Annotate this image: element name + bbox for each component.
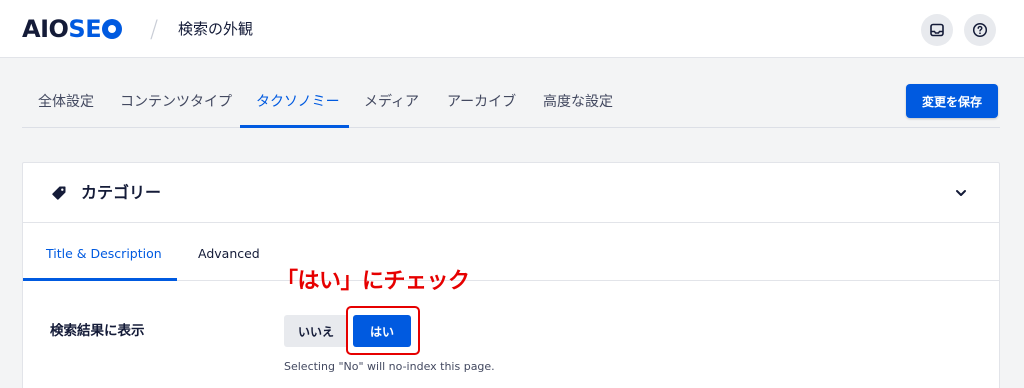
card-sub-tabs: Title & Description Advanced xyxy=(23,223,999,281)
annotation-highlight-box xyxy=(346,306,420,355)
breadcrumb-separator: / xyxy=(150,15,159,43)
inbox-icon xyxy=(930,23,944,37)
tag-icon xyxy=(52,186,66,200)
tab-content-types[interactable]: コンテンツタイプ xyxy=(120,92,232,112)
logo-gear-icon xyxy=(102,19,123,39)
top-header: AIOSE / 検索の外観 xyxy=(0,0,1024,58)
tab-media[interactable]: メディア xyxy=(364,92,419,112)
help-button[interactable] xyxy=(964,14,996,46)
card-title: カテゴリー xyxy=(81,183,162,202)
tab-taxonomies[interactable]: タクソノミー xyxy=(256,92,340,112)
tab-general[interactable]: 全体設定 xyxy=(38,92,94,112)
tab-advanced[interactable]: Advanced xyxy=(198,246,260,262)
aioseo-logo[interactable]: AIOSE xyxy=(22,14,123,44)
logo-aio-text: AIO xyxy=(22,15,69,43)
show-in-search-label: 検索結果に表示 xyxy=(50,323,145,339)
option-no-button[interactable]: いいえ xyxy=(284,315,348,347)
active-sub-tab-indicator xyxy=(23,278,177,281)
tab-advanced-settings[interactable]: 高度な設定 xyxy=(543,92,613,112)
tab-title-description[interactable]: Title & Description xyxy=(46,246,162,262)
logo-seo-text: SE xyxy=(68,15,102,43)
card-header[interactable]: カテゴリー xyxy=(23,163,999,223)
annotation-text: 「はい」にチェック xyxy=(276,269,470,294)
notifications-button[interactable] xyxy=(921,14,953,46)
noindex-hint: Selecting "No" will no-index this page. xyxy=(284,360,495,373)
chevron-down-icon[interactable] xyxy=(953,185,969,201)
tab-archives[interactable]: アーカイブ xyxy=(447,92,516,112)
page-title: 検索の外観 xyxy=(178,20,254,38)
category-card: カテゴリー Title & Description Advanced xyxy=(22,162,1000,388)
help-icon xyxy=(972,22,988,38)
main-tabs: 全体設定 コンテンツタイプ タクソノミー メディア アーカイブ 高度な設定 変更… xyxy=(22,68,1000,128)
active-tab-indicator xyxy=(240,125,349,128)
save-changes-button[interactable]: 変更を保存 xyxy=(906,84,998,118)
